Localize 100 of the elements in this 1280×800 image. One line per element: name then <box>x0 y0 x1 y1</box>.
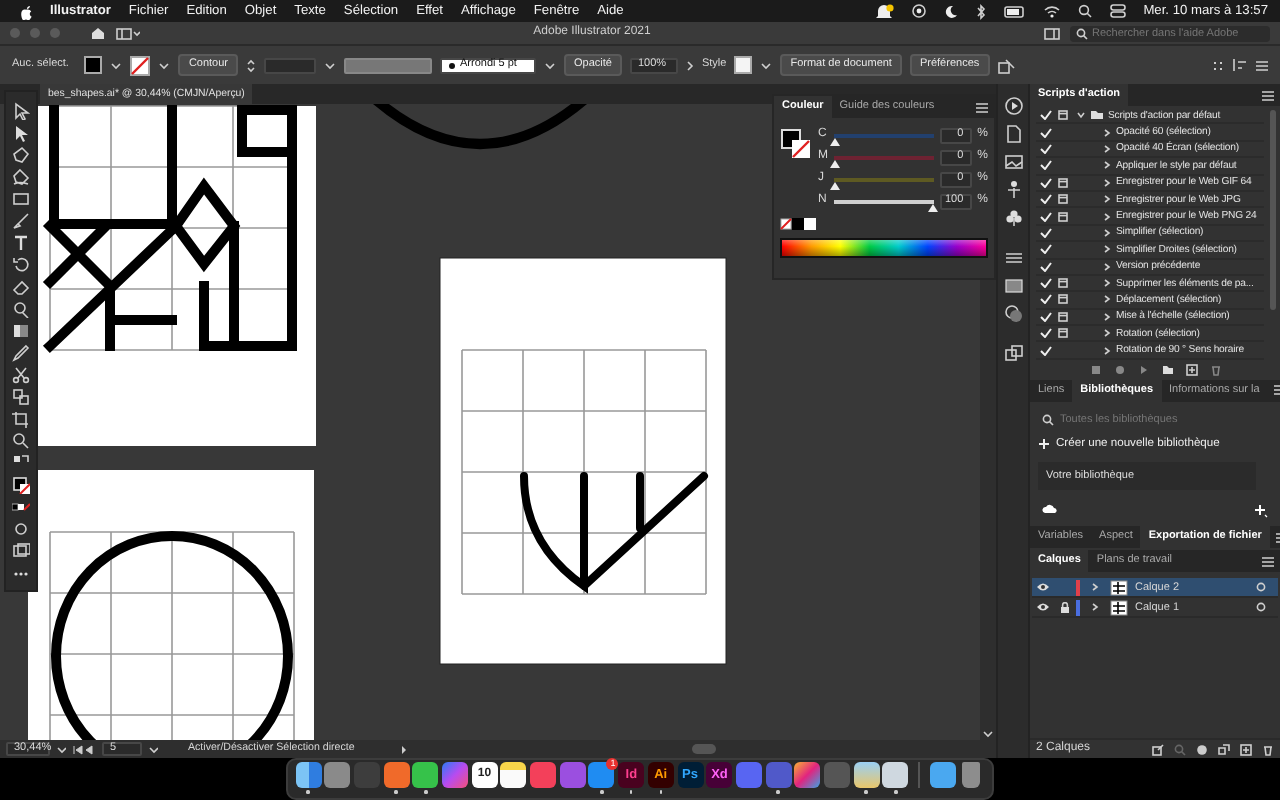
rectangle-icon[interactable] <box>12 190 30 208</box>
chevron-icon[interactable] <box>1102 160 1112 171</box>
slider-thumb[interactable] <box>829 159 839 167</box>
align-icon[interactable] <box>1232 58 1248 72</box>
color-modes-icon[interactable] <box>12 498 30 516</box>
checkmark-icon[interactable] <box>1039 278 1051 289</box>
brush-icon[interactable] <box>12 212 30 230</box>
scrollbar-thumb[interactable] <box>1270 110 1276 310</box>
figure-icon[interactable] <box>1003 180 1023 200</box>
screen-mode-icon[interactable] <box>12 542 30 560</box>
slider-thumb[interactable] <box>829 137 839 145</box>
chevron-icon[interactable] <box>1102 244 1112 255</box>
eye-icon[interactable] <box>1035 602 1049 613</box>
dialog-icon[interactable] <box>1058 194 1068 205</box>
eyedropper-icon[interactable] <box>12 344 30 362</box>
panel-layout-icon[interactable] <box>1044 27 1060 39</box>
style-swatch[interactable] <box>734 56 753 74</box>
chevron-icon[interactable] <box>1102 127 1112 138</box>
dialog-icon[interactable] <box>1058 294 1068 305</box>
battery-icon[interactable] <box>1003 5 1026 17</box>
checkmark-icon[interactable] <box>1039 160 1051 171</box>
gradient-swatch-icon[interactable] <box>1003 276 1023 296</box>
caret-icon[interactable] <box>760 59 773 71</box>
sublayer-icon[interactable] <box>1218 743 1230 755</box>
draw-mode-icon[interactable] <box>12 520 30 538</box>
checkmark-icon[interactable] <box>1039 127 1051 138</box>
notification-bell-icon[interactable] <box>875 3 894 19</box>
new-layer-icon[interactable] <box>1240 743 1252 755</box>
checkmark-icon[interactable] <box>1039 328 1051 339</box>
workspace-icon[interactable] <box>116 27 140 39</box>
panel-menu-icon[interactable] <box>976 101 988 113</box>
scroll-down-icon[interactable] <box>982 728 994 738</box>
chevron-icon[interactable] <box>1102 194 1112 205</box>
checkmark-icon[interactable] <box>1039 227 1051 238</box>
image-icon[interactable] <box>1003 152 1023 172</box>
checkmark-icon[interactable] <box>1039 177 1051 188</box>
panel-menu-icon[interactable] <box>1262 89 1274 101</box>
panel-menu-icon[interactable] <box>1262 555 1274 568</box>
mask-icon[interactable] <box>1196 743 1208 755</box>
caret-icon[interactable] <box>544 59 557 71</box>
control-center-icon[interactable] <box>1109 4 1126 18</box>
page-corner-icon[interactable] <box>1003 124 1023 144</box>
rotate-icon[interactable] <box>12 256 30 274</box>
checkmark-icon[interactable] <box>1039 211 1051 222</box>
chevron-icon[interactable] <box>1102 278 1112 289</box>
chevron-icon[interactable] <box>1102 261 1112 272</box>
direct-selection-icon[interactable] <box>12 124 30 142</box>
dialog-icon[interactable] <box>1058 328 1068 339</box>
arrange-icon[interactable] <box>997 57 1016 73</box>
chevron-icon[interactable] <box>1076 110 1086 121</box>
zoom-icon[interactable] <box>12 432 30 450</box>
record-icon[interactable] <box>1113 364 1125 377</box>
trash-icon[interactable] <box>1209 364 1221 377</box>
checkmark-icon[interactable] <box>1039 110 1051 121</box>
chevron-icon[interactable] <box>1102 211 1112 222</box>
gradient-icon[interactable] <box>12 322 30 340</box>
chevron-icon[interactable] <box>1102 345 1112 356</box>
fill-stroke-icon[interactable] <box>780 126 812 162</box>
trash-icon[interactable] <box>1262 743 1274 755</box>
swatches-icon[interactable] <box>780 218 816 230</box>
color-spectrum[interactable] <box>780 238 988 258</box>
checkmark-icon[interactable] <box>1039 345 1051 356</box>
slider-thumb[interactable] <box>928 203 939 211</box>
cloud-icon[interactable] <box>1042 504 1058 515</box>
slider-thumb[interactable] <box>829 181 839 189</box>
curvature-pen-icon[interactable] <box>12 168 30 186</box>
moon-icon[interactable] <box>943 4 958 18</box>
caret-icon[interactable] <box>324 59 337 71</box>
arrow-icon[interactable] <box>400 743 409 755</box>
play-icon[interactable] <box>1137 364 1149 377</box>
shape-builder-icon[interactable] <box>12 300 30 318</box>
stroke-profile-field[interactable] <box>344 57 433 73</box>
checkmark-icon[interactable] <box>1039 244 1051 255</box>
trash-icon[interactable] <box>962 762 981 789</box>
checkmark-icon[interactable] <box>1039 143 1051 154</box>
circles-icon[interactable] <box>1003 304 1023 324</box>
chevron-icon[interactable] <box>1102 311 1112 322</box>
wifi-icon[interactable] <box>1043 4 1060 18</box>
chevron-icon[interactable] <box>1102 227 1112 238</box>
stroke-weight-field[interactable] <box>264 57 317 73</box>
chevron-icon[interactable] <box>1102 177 1112 188</box>
checkmark-icon[interactable] <box>1039 261 1051 272</box>
checkmark-icon[interactable] <box>1039 194 1051 205</box>
scissors-icon[interactable] <box>12 366 30 384</box>
selection-arrow-icon[interactable] <box>12 102 30 120</box>
blend-icon[interactable] <box>12 388 30 406</box>
export-icon[interactable] <box>1152 743 1164 755</box>
artboards-icon[interactable] <box>1003 344 1023 364</box>
caret-icon[interactable] <box>148 744 158 754</box>
previous-artboard-icon[interactable] <box>72 743 96 755</box>
stepper-icon[interactable] <box>246 57 257 73</box>
home-icon[interactable] <box>90 26 106 40</box>
club-icon[interactable] <box>1003 208 1023 228</box>
dialog-icon[interactable] <box>1058 278 1068 289</box>
chevron-icon[interactable] <box>1102 294 1112 305</box>
lock-icon[interactable] <box>1059 601 1069 614</box>
fill-swatch[interactable] <box>84 56 103 74</box>
eye-icon[interactable] <box>1035 582 1049 593</box>
type-tool-icon[interactable] <box>12 234 30 252</box>
chevron-icon[interactable] <box>1102 143 1112 154</box>
